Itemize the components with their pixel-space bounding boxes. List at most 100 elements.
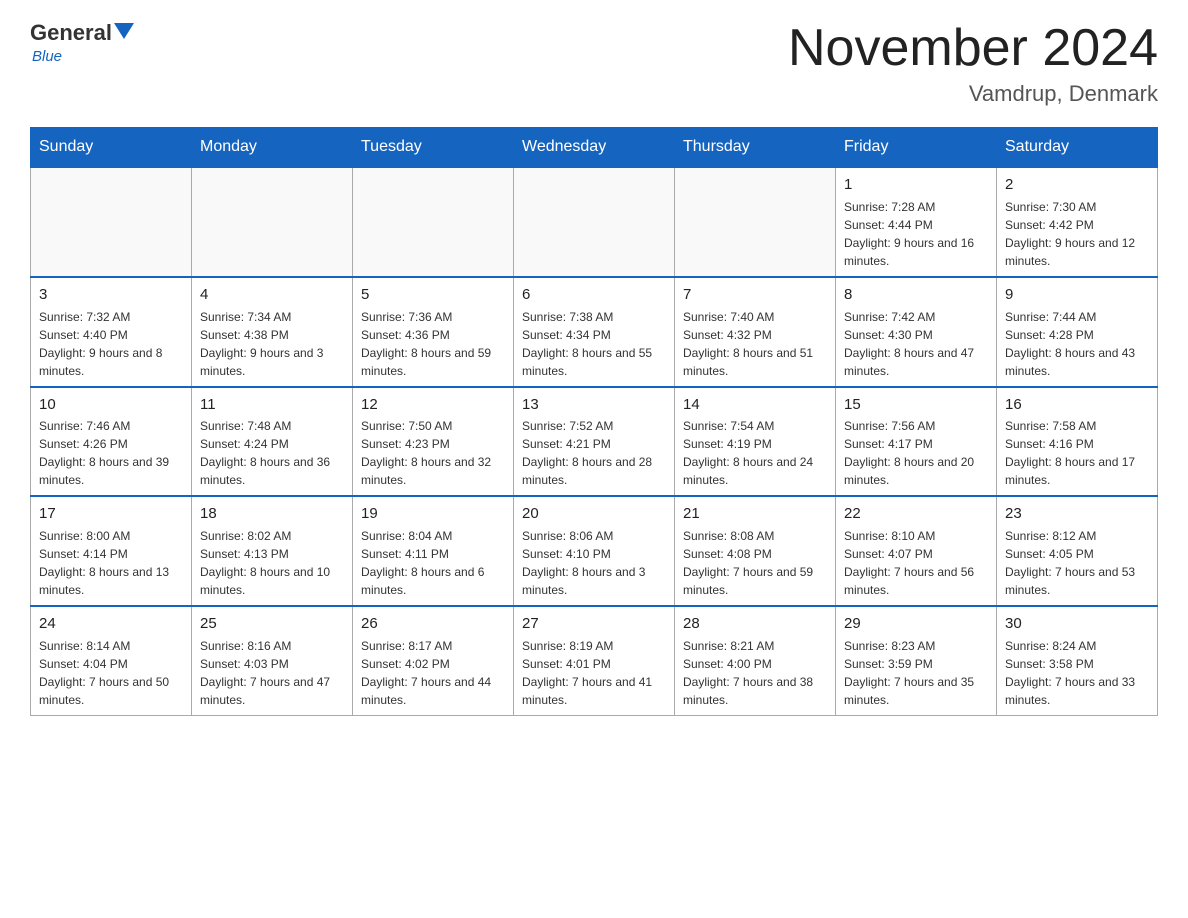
calendar-day-cell: 18Sunrise: 8:02 AM Sunset: 4:13 PM Dayli… [192, 496, 353, 606]
day-info: Sunrise: 8:10 AM Sunset: 4:07 PM Dayligh… [844, 527, 988, 599]
calendar-week-row: 17Sunrise: 8:00 AM Sunset: 4:14 PM Dayli… [31, 496, 1158, 606]
calendar-day-cell: 17Sunrise: 8:00 AM Sunset: 4:14 PM Dayli… [31, 496, 192, 606]
day-info: Sunrise: 7:30 AM Sunset: 4:42 PM Dayligh… [1005, 198, 1149, 270]
calendar-day-cell: 22Sunrise: 8:10 AM Sunset: 4:07 PM Dayli… [836, 496, 997, 606]
day-number: 19 [361, 503, 505, 525]
day-header-sunday: Sunday [31, 128, 192, 168]
logo-blue-text: Blue [32, 48, 62, 65]
day-number: 26 [361, 613, 505, 635]
day-number: 21 [683, 503, 827, 525]
calendar-day-cell [31, 167, 192, 277]
calendar-day-cell [675, 167, 836, 277]
day-info: Sunrise: 8:02 AM Sunset: 4:13 PM Dayligh… [200, 527, 344, 599]
day-info: Sunrise: 7:34 AM Sunset: 4:38 PM Dayligh… [200, 308, 344, 380]
day-info: Sunrise: 8:04 AM Sunset: 4:11 PM Dayligh… [361, 527, 505, 599]
day-number: 16 [1005, 394, 1149, 416]
day-info: Sunrise: 7:58 AM Sunset: 4:16 PM Dayligh… [1005, 417, 1149, 489]
day-number: 27 [522, 613, 666, 635]
day-info: Sunrise: 7:48 AM Sunset: 4:24 PM Dayligh… [200, 417, 344, 489]
calendar-day-cell: 24Sunrise: 8:14 AM Sunset: 4:04 PM Dayli… [31, 606, 192, 715]
calendar-day-cell [514, 167, 675, 277]
calendar-day-cell: 30Sunrise: 8:24 AM Sunset: 3:58 PM Dayli… [997, 606, 1158, 715]
day-number: 22 [844, 503, 988, 525]
day-number: 13 [522, 394, 666, 416]
day-number: 18 [200, 503, 344, 525]
day-number: 7 [683, 284, 827, 306]
day-info: Sunrise: 7:28 AM Sunset: 4:44 PM Dayligh… [844, 198, 988, 270]
day-info: Sunrise: 7:44 AM Sunset: 4:28 PM Dayligh… [1005, 308, 1149, 380]
logo: General Blue [30, 20, 134, 65]
calendar-day-cell: 25Sunrise: 8:16 AM Sunset: 4:03 PM Dayli… [192, 606, 353, 715]
day-number: 23 [1005, 503, 1149, 525]
day-info: Sunrise: 8:00 AM Sunset: 4:14 PM Dayligh… [39, 527, 183, 599]
day-info: Sunrise: 7:42 AM Sunset: 4:30 PM Dayligh… [844, 308, 988, 380]
day-header-tuesday: Tuesday [353, 128, 514, 168]
header: General Blue November 2024 Vamdrup, Denm… [30, 20, 1158, 107]
day-number: 2 [1005, 174, 1149, 196]
day-number: 30 [1005, 613, 1149, 635]
calendar-day-cell: 16Sunrise: 7:58 AM Sunset: 4:16 PM Dayli… [997, 387, 1158, 497]
calendar-day-cell: 9Sunrise: 7:44 AM Sunset: 4:28 PM Daylig… [997, 277, 1158, 387]
calendar-day-cell: 21Sunrise: 8:08 AM Sunset: 4:08 PM Dayli… [675, 496, 836, 606]
day-number: 8 [844, 284, 988, 306]
day-number: 17 [39, 503, 183, 525]
location-title: Vamdrup, Denmark [788, 81, 1158, 107]
day-info: Sunrise: 7:32 AM Sunset: 4:40 PM Dayligh… [39, 308, 183, 380]
calendar-day-cell: 8Sunrise: 7:42 AM Sunset: 4:30 PM Daylig… [836, 277, 997, 387]
calendar-week-row: 10Sunrise: 7:46 AM Sunset: 4:26 PM Dayli… [31, 387, 1158, 497]
day-number: 5 [361, 284, 505, 306]
calendar-week-row: 1Sunrise: 7:28 AM Sunset: 4:44 PM Daylig… [31, 167, 1158, 277]
calendar-day-cell: 11Sunrise: 7:48 AM Sunset: 4:24 PM Dayli… [192, 387, 353, 497]
day-header-saturday: Saturday [997, 128, 1158, 168]
day-info: Sunrise: 7:40 AM Sunset: 4:32 PM Dayligh… [683, 308, 827, 380]
calendar-day-cell: 1Sunrise: 7:28 AM Sunset: 4:44 PM Daylig… [836, 167, 997, 277]
calendar-day-cell [353, 167, 514, 277]
day-number: 10 [39, 394, 183, 416]
calendar-day-cell: 23Sunrise: 8:12 AM Sunset: 4:05 PM Dayli… [997, 496, 1158, 606]
day-number: 25 [200, 613, 344, 635]
day-info: Sunrise: 8:08 AM Sunset: 4:08 PM Dayligh… [683, 527, 827, 599]
day-info: Sunrise: 7:54 AM Sunset: 4:19 PM Dayligh… [683, 417, 827, 489]
day-info: Sunrise: 8:19 AM Sunset: 4:01 PM Dayligh… [522, 637, 666, 709]
day-info: Sunrise: 8:14 AM Sunset: 4:04 PM Dayligh… [39, 637, 183, 709]
calendar-day-cell: 10Sunrise: 7:46 AM Sunset: 4:26 PM Dayli… [31, 387, 192, 497]
day-info: Sunrise: 7:46 AM Sunset: 4:26 PM Dayligh… [39, 417, 183, 489]
calendar-day-cell: 27Sunrise: 8:19 AM Sunset: 4:01 PM Dayli… [514, 606, 675, 715]
day-number: 1 [844, 174, 988, 196]
logo-triangle-icon [114, 23, 134, 39]
month-title: November 2024 [788, 20, 1158, 77]
day-number: 28 [683, 613, 827, 635]
calendar-day-cell: 6Sunrise: 7:38 AM Sunset: 4:34 PM Daylig… [514, 277, 675, 387]
day-info: Sunrise: 8:16 AM Sunset: 4:03 PM Dayligh… [200, 637, 344, 709]
calendar-day-cell: 3Sunrise: 7:32 AM Sunset: 4:40 PM Daylig… [31, 277, 192, 387]
calendar-day-cell: 20Sunrise: 8:06 AM Sunset: 4:10 PM Dayli… [514, 496, 675, 606]
calendar-week-row: 24Sunrise: 8:14 AM Sunset: 4:04 PM Dayli… [31, 606, 1158, 715]
calendar-day-cell: 13Sunrise: 7:52 AM Sunset: 4:21 PM Dayli… [514, 387, 675, 497]
title-area: November 2024 Vamdrup, Denmark [788, 20, 1158, 107]
calendar-day-cell [192, 167, 353, 277]
calendar-header-row: SundayMondayTuesdayWednesdayThursdayFrid… [31, 128, 1158, 168]
day-header-friday: Friday [836, 128, 997, 168]
day-info: Sunrise: 7:52 AM Sunset: 4:21 PM Dayligh… [522, 417, 666, 489]
day-number: 15 [844, 394, 988, 416]
day-number: 14 [683, 394, 827, 416]
day-number: 11 [200, 394, 344, 416]
calendar-day-cell: 19Sunrise: 8:04 AM Sunset: 4:11 PM Dayli… [353, 496, 514, 606]
calendar-day-cell: 28Sunrise: 8:21 AM Sunset: 4:00 PM Dayli… [675, 606, 836, 715]
day-info: Sunrise: 7:38 AM Sunset: 4:34 PM Dayligh… [522, 308, 666, 380]
calendar-day-cell: 26Sunrise: 8:17 AM Sunset: 4:02 PM Dayli… [353, 606, 514, 715]
calendar-week-row: 3Sunrise: 7:32 AM Sunset: 4:40 PM Daylig… [31, 277, 1158, 387]
day-number: 6 [522, 284, 666, 306]
day-info: Sunrise: 7:36 AM Sunset: 4:36 PM Dayligh… [361, 308, 505, 380]
day-number: 24 [39, 613, 183, 635]
day-number: 20 [522, 503, 666, 525]
calendar-day-cell: 15Sunrise: 7:56 AM Sunset: 4:17 PM Dayli… [836, 387, 997, 497]
calendar-day-cell: 2Sunrise: 7:30 AM Sunset: 4:42 PM Daylig… [997, 167, 1158, 277]
day-number: 9 [1005, 284, 1149, 306]
calendar-day-cell: 12Sunrise: 7:50 AM Sunset: 4:23 PM Dayli… [353, 387, 514, 497]
calendar-day-cell: 14Sunrise: 7:54 AM Sunset: 4:19 PM Dayli… [675, 387, 836, 497]
day-info: Sunrise: 8:17 AM Sunset: 4:02 PM Dayligh… [361, 637, 505, 709]
calendar-day-cell: 29Sunrise: 8:23 AM Sunset: 3:59 PM Dayli… [836, 606, 997, 715]
calendar-table: SundayMondayTuesdayWednesdayThursdayFrid… [30, 127, 1158, 716]
day-header-monday: Monday [192, 128, 353, 168]
